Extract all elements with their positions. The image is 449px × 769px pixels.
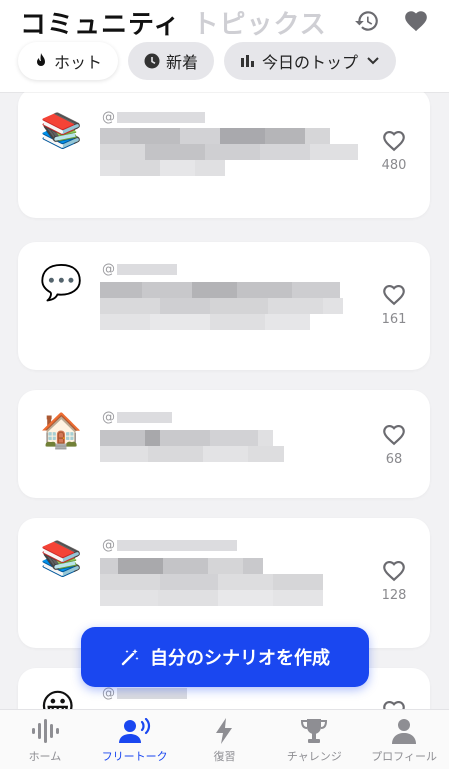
tab-topics[interactable]: トピックス: [192, 4, 326, 41]
post-avatar-emoji: 😀: [40, 687, 76, 709]
header: コミュニティ トピックス ホット 新着 今日のトップ: [0, 0, 449, 92]
post-text-redacted: [100, 558, 323, 606]
like-button[interactable]: 161: [376, 282, 412, 327]
post-avatar-emoji: 📚: [40, 111, 83, 151]
post-text-redacted: [100, 282, 343, 330]
post-card[interactable]: 📚 @ 480: [18, 92, 430, 218]
like-count: 161: [381, 312, 407, 327]
tab-home[interactable]: ホーム: [0, 710, 90, 769]
speaking-person-icon: [118, 718, 150, 743]
tab-profile-label: プロフィール: [371, 750, 437, 763]
create-scenario-label: 自分のシナリオを作成: [150, 648, 330, 669]
chevron-down-icon: [367, 57, 379, 65]
post-text-redacted: [100, 128, 358, 176]
filter-hot-label: ホット: [54, 53, 103, 72]
like-button[interactable]: 128: [376, 558, 412, 603]
filter-new-label: 新着: [166, 53, 199, 72]
bar-chart-icon: [241, 55, 255, 67]
post-handle: @: [102, 538, 237, 553]
flame-icon: [37, 53, 45, 66]
tab-free-talk-label: フリートーク: [101, 750, 168, 763]
filter-new[interactable]: 新着: [128, 42, 215, 80]
heart-icon[interactable]: [403, 8, 429, 34]
filter-bar: ホット 新着 今日のトップ: [18, 42, 397, 80]
like-count: 480: [381, 158, 407, 173]
heart-outline-icon: [383, 131, 405, 152]
history-icon[interactable]: [354, 8, 380, 34]
tab-home-label: ホーム: [28, 750, 62, 763]
waveform-icon: [31, 719, 59, 743]
post-avatar-emoji: 📚: [40, 539, 83, 579]
post-avatar-emoji: 💬: [40, 263, 83, 303]
like-count: 128: [381, 588, 407, 603]
post-handle: @: [102, 262, 177, 277]
filter-today-top[interactable]: 今日のトップ: [224, 42, 397, 80]
heart-outline-icon: [383, 285, 405, 306]
post-card[interactable]: 🏠 @ 68: [18, 390, 430, 498]
post-avatar-emoji: 🏠: [40, 411, 83, 451]
clock-icon: [144, 53, 160, 69]
title-row: コミュニティ トピックス: [20, 4, 327, 40]
post-handle: @: [102, 110, 205, 125]
post-handle: @: [102, 410, 172, 425]
magic-wand-icon: [121, 649, 139, 666]
filter-today-top-label: 今日のトップ: [262, 53, 359, 72]
heart-outline-icon: [383, 425, 405, 446]
tab-community[interactable]: コミュニティ: [20, 4, 180, 41]
like-count: 68: [385, 452, 403, 467]
like-button[interactable]: [376, 698, 412, 709]
heart-outline-icon: [383, 561, 405, 582]
trophy-icon: [301, 719, 328, 743]
post-text-redacted: [100, 430, 284, 462]
bottom-tab-bar: ホーム フリートーク 復習 チャレンジ プロフィール: [0, 709, 449, 769]
heart-outline-icon: [383, 701, 405, 709]
tab-review-label: 復習: [213, 750, 236, 763]
tab-free-talk[interactable]: フリートーク: [90, 710, 180, 769]
tab-challenge[interactable]: チャレンジ: [269, 710, 359, 769]
person-icon: [392, 719, 417, 744]
like-button[interactable]: 480: [376, 128, 412, 173]
tab-challenge-label: チャレンジ: [286, 750, 342, 763]
tab-profile[interactable]: プロフィール: [359, 710, 449, 769]
filter-hot[interactable]: ホット: [18, 42, 119, 80]
tab-review[interactable]: 復習: [180, 710, 270, 769]
create-scenario-button[interactable]: 自分のシナリオを作成: [81, 627, 369, 687]
post-card[interactable]: 💬 @ 161: [18, 242, 430, 370]
post-feed[interactable]: 📚 @ 480 💬 @ 161 🏠 @ 68 📚 @ 128 😀 @: [0, 92, 449, 709]
like-button[interactable]: 68: [376, 422, 412, 467]
post-handle: @: [102, 686, 187, 701]
lightning-icon: [216, 718, 233, 744]
